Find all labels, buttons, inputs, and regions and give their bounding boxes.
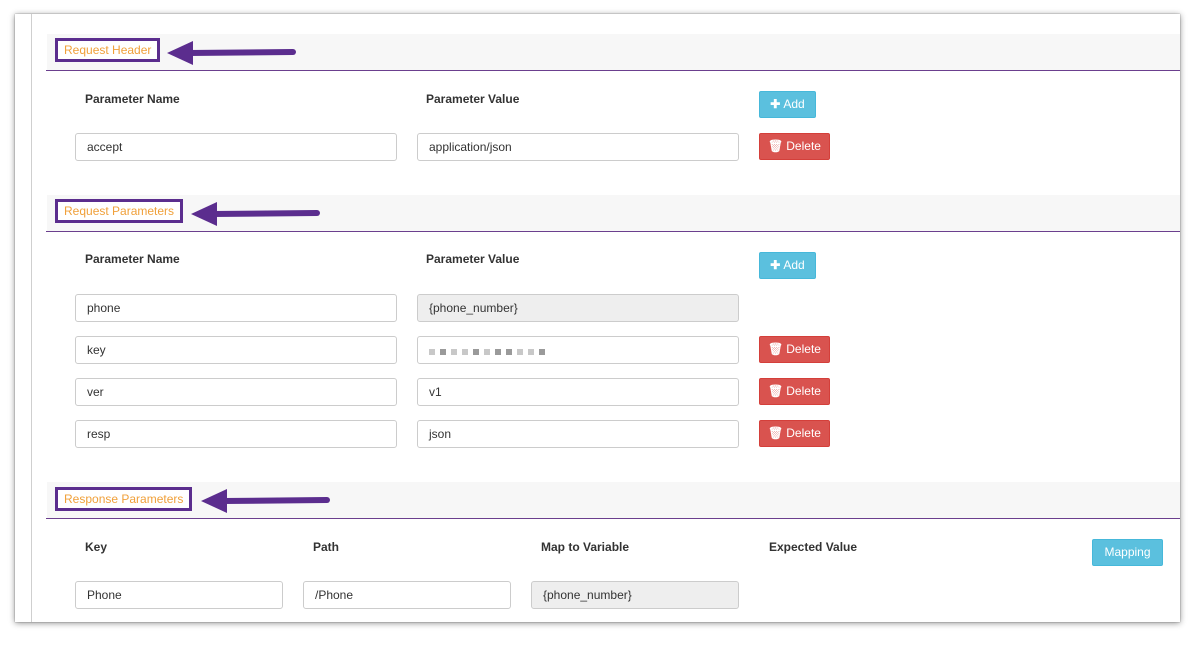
request-header-title: Request Header (55, 38, 161, 62)
request-header-arrow (167, 41, 296, 65)
delete-button-label: Delete (786, 426, 821, 440)
delete-button-label: Delete (786, 139, 821, 153)
trash-icon: 🗑 (768, 384, 784, 398)
param-name-field[interactable]: key (75, 336, 397, 364)
request-header-name-field[interactable]: accept (75, 133, 397, 161)
response-parameters-arrow (201, 489, 330, 513)
response-col-key: Key (85, 540, 108, 554)
param-delete-button[interactable]: 🗑 Delete (759, 336, 830, 363)
response-key-field[interactable]: Phone (75, 581, 283, 609)
request-header-value-field[interactable]: application/json (417, 133, 739, 161)
param-name-field[interactable]: ver (75, 378, 397, 406)
response-col-path: Path (313, 540, 340, 554)
request-header-add-button[interactable]: ✚ Add (759, 91, 816, 118)
request-header-delete-button[interactable]: 🗑 Delete (759, 133, 830, 160)
request-parameters-add-button[interactable]: ✚ Add (759, 252, 816, 279)
add-button-label: Add (783, 97, 805, 111)
request-parameters-rule (46, 231, 1180, 232)
window: Request Header Parameter Name Parameter … (15, 14, 1180, 622)
response-parameters-rule (46, 518, 1180, 519)
response-col-map: Map to Variable (541, 540, 630, 554)
request-parameters-col-value: Parameter Value (426, 252, 520, 266)
request-parameters-title: Request Parameters (55, 199, 184, 223)
request-parameters-col-name: Parameter Name (85, 252, 180, 266)
left-divider (31, 14, 32, 622)
param-value-field[interactable]: v1 (417, 378, 739, 406)
param-name-field[interactable]: resp (75, 420, 397, 448)
obscured-value (429, 338, 550, 363)
param-name-field[interactable]: phone (75, 294, 397, 322)
plus-icon: ✚ (770, 258, 781, 272)
request-parameters-arrow (191, 202, 320, 226)
param-delete-button[interactable]: 🗑 Delete (759, 378, 830, 405)
delete-button-label: Delete (786, 384, 821, 398)
trash-icon: 🗑 (768, 139, 784, 153)
response-col-expected: Expected Value (769, 540, 858, 554)
add-button-label: Add (783, 258, 805, 272)
param-value-field[interactable]: json (417, 420, 739, 448)
plus-icon: ✚ (770, 97, 781, 111)
param-value-field-obscured[interactable] (417, 336, 739, 364)
trash-icon: 🗑 (768, 426, 784, 440)
request-header-col-value: Parameter Value (426, 92, 520, 106)
mapping-button[interactable]: Mapping (1092, 539, 1163, 566)
trash-icon: 🗑 (768, 342, 784, 356)
param-value-field: {phone_number} (417, 294, 739, 322)
response-map-field: {phone_number} (531, 581, 739, 609)
request-header-rule (46, 70, 1180, 71)
response-path-field[interactable]: /Phone (303, 581, 511, 609)
param-delete-button[interactable]: 🗑 Delete (759, 420, 830, 447)
delete-button-label: Delete (786, 342, 821, 356)
response-parameters-title: Response Parameters (55, 487, 193, 511)
request-header-col-name: Parameter Name (85, 92, 180, 106)
